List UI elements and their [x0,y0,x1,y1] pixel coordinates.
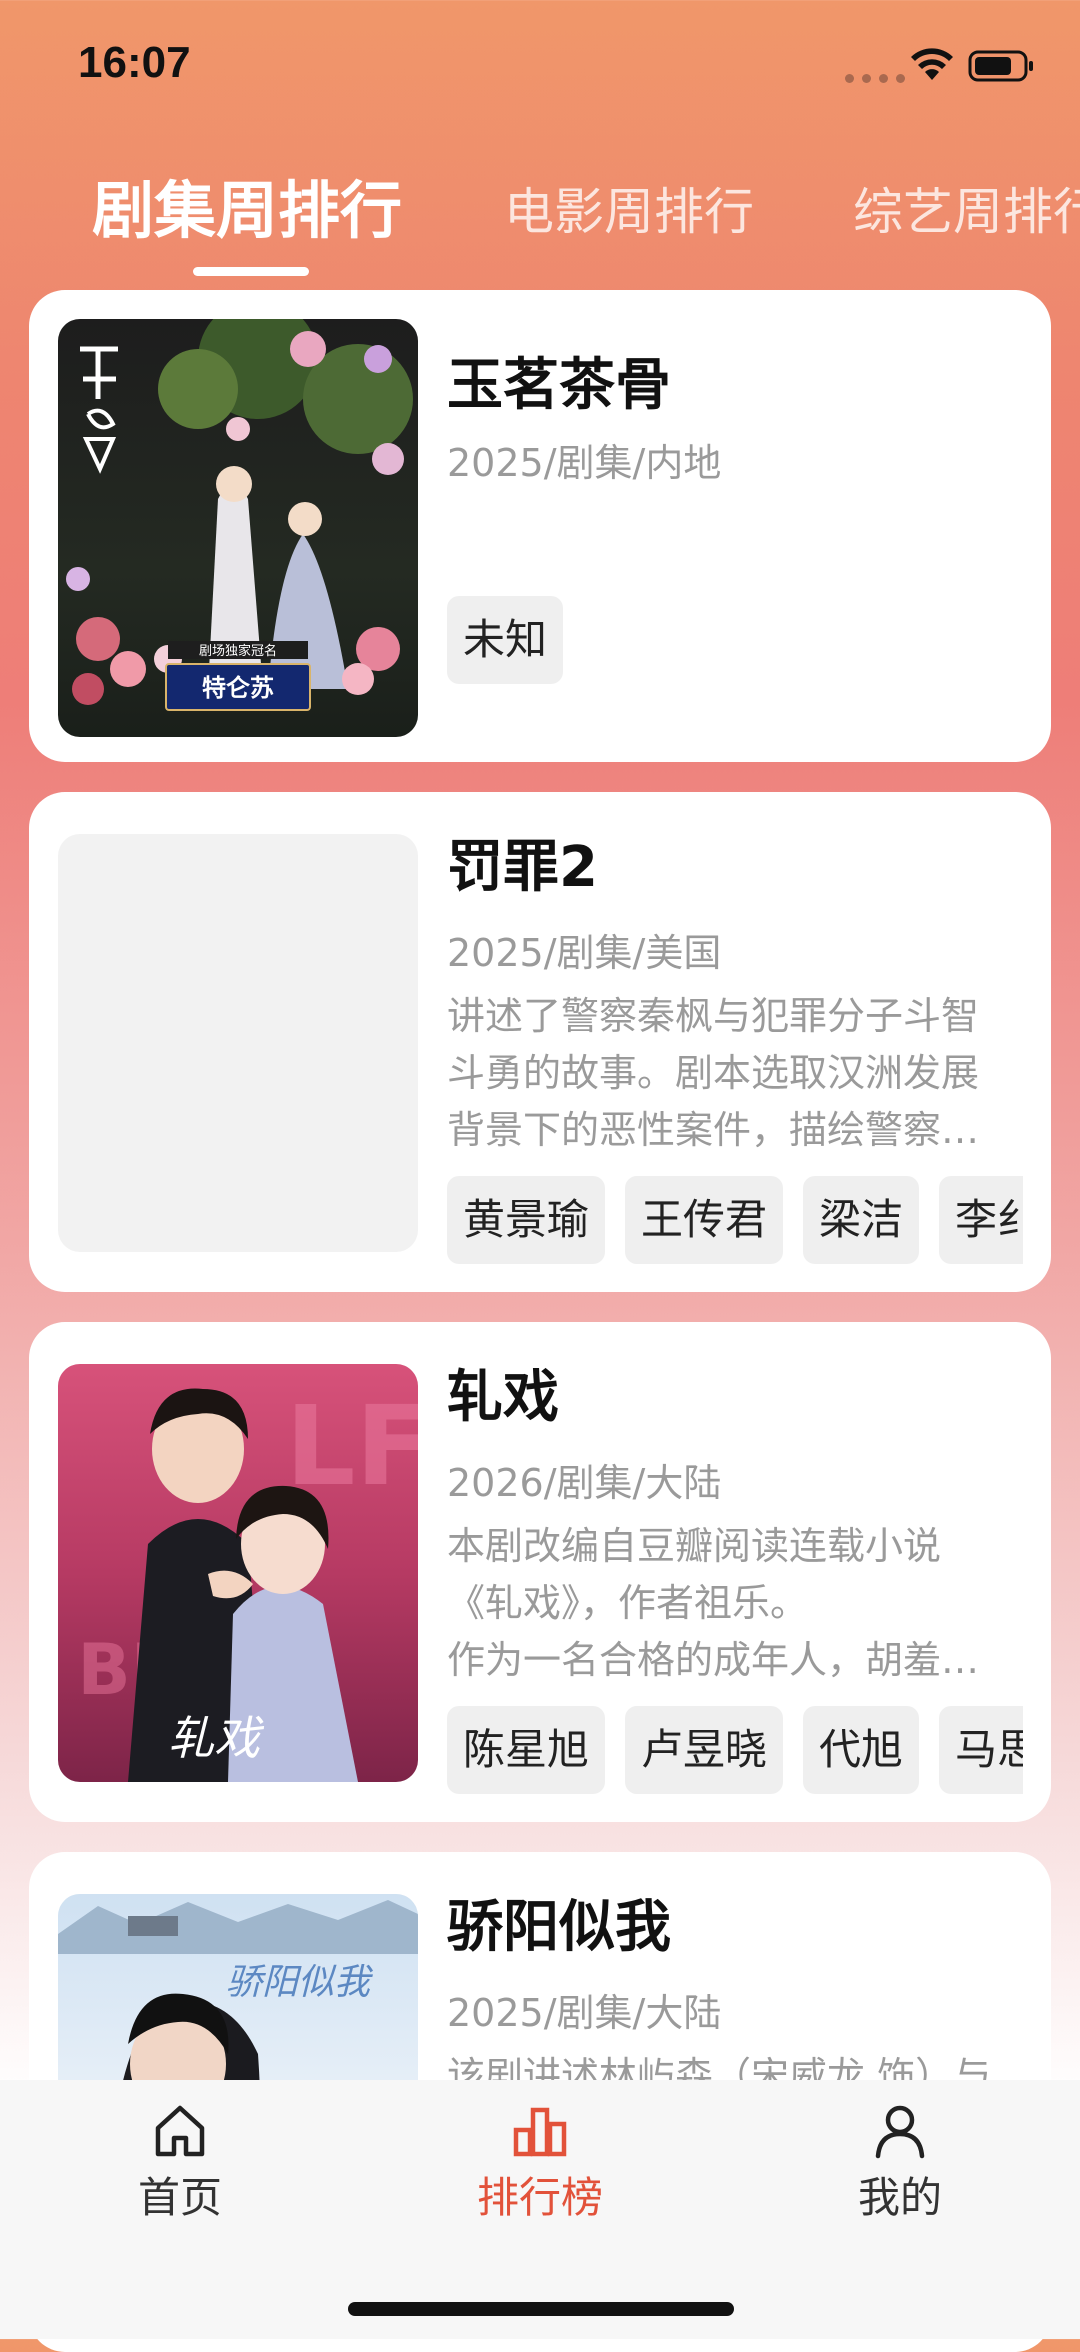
cast-chip[interactable]: 马思 [939,1706,1023,1794]
status-time: 16:07 [78,38,191,87]
cast-chip[interactable]: 李纟 [939,1176,1023,1264]
cast-chip[interactable]: 未知 [447,596,564,684]
drama-title: 罚罪2 [447,835,598,900]
cast-list: 未知 [447,596,1023,686]
drama-meta: 2025/剧集/美国 [447,931,722,975]
cast-chip[interactable]: 黄景瑜 [447,1176,606,1264]
ranking-tabs: 剧集周排行 电影周排行 综艺周排行 [0,160,1080,280]
nav-label: 排行榜 [476,2173,603,2222]
wifi-icon [911,48,953,80]
tab-series-weekly[interactable]: 剧集周排行 [92,160,402,250]
nav-profile[interactable]: 我的 [790,2100,1010,2225]
ranking-card[interactable]: 罚罪2 2025/剧集/美国 讲述了警察秦枫与犯罪分子斗智 斗勇的故事。剧本选取… [29,792,1051,1292]
poster-image: LF BE 轧戏 [58,1364,418,1782]
drama-title: 玉茗茶骨 [447,353,671,418]
ranking-card[interactable]: LF BE 轧戏 轧戏 2026/剧集/大陆 本剧改编自豆瓣阅读连载小说 《轧戏… [29,1322,1051,1822]
ranking-card[interactable]: 剧场独家冠名 特仑苏 玉茗茶骨 2025/剧集/内地 未知 [29,290,1051,762]
drama-description: 本剧改编自豆瓣阅读连载小说 《轧戏》，作者祖乐。 作为一名合格的成年人，胡羞… [447,1524,980,1682]
poster-image: 剧场独家冠名 特仑苏 [58,319,418,737]
tab-variety-weekly[interactable]: 综艺周排行 [853,172,1080,244]
poster-placeholder [58,834,418,1252]
cellular-signal-icon [845,74,905,83]
drama-title: 轧戏 [447,1365,559,1430]
active-tab-indicator [193,267,309,276]
status-bar: 16:07 [0,0,1080,130]
drama-meta: 2026/剧集/大陆 [447,1461,722,1505]
home-icon [155,2105,205,2157]
drama-description: 讲述了警察秦枫与犯罪分子斗智 斗勇的故事。剧本选取汉洲发展 背景下的恶性案件，描… [447,994,980,1152]
person-icon [875,2105,925,2159]
poster-title-art: 骄阳似我 [226,1962,373,2003]
nav-home[interactable]: 首页 [70,2100,290,2225]
cast-list: 陈星旭 卢昱晓 代旭 马思 [447,1706,1023,1796]
drama-meta: 2025/剧集/大陆 [447,1991,722,2035]
poster-sponsor-caption: 剧场独家冠名 [199,643,277,659]
tab-movie-weekly[interactable]: 电影周排行 [504,172,754,244]
poster-title-art: 轧戏 [168,1711,265,1765]
nav-label: 我的 [857,2173,942,2222]
drama-title: 骄阳似我 [447,1895,671,1960]
nav-label: 首页 [137,2173,222,2222]
cast-list: 黄景瑜 王传君 梁洁 李纟 [447,1176,1023,1266]
cast-chip[interactable]: 卢昱晓 [625,1706,784,1794]
battery-icon [968,50,1033,82]
cast-chip[interactable]: 梁洁 [803,1176,920,1264]
home-indicator [348,2302,734,2316]
cast-chip[interactable]: 代旭 [803,1706,920,1794]
cast-chip[interactable]: 王传君 [625,1176,784,1264]
cast-chip[interactable]: 陈星旭 [447,1706,606,1794]
bottom-tab-bar: 首页 排行榜 我的 [0,2080,1080,2339]
chart-icon [513,2107,567,2157]
nav-rankings[interactable]: 排行榜 [430,2100,650,2225]
drama-meta: 2025/剧集/内地 [447,441,722,485]
poster-sponsor-logo: 特仑苏 [202,674,274,702]
